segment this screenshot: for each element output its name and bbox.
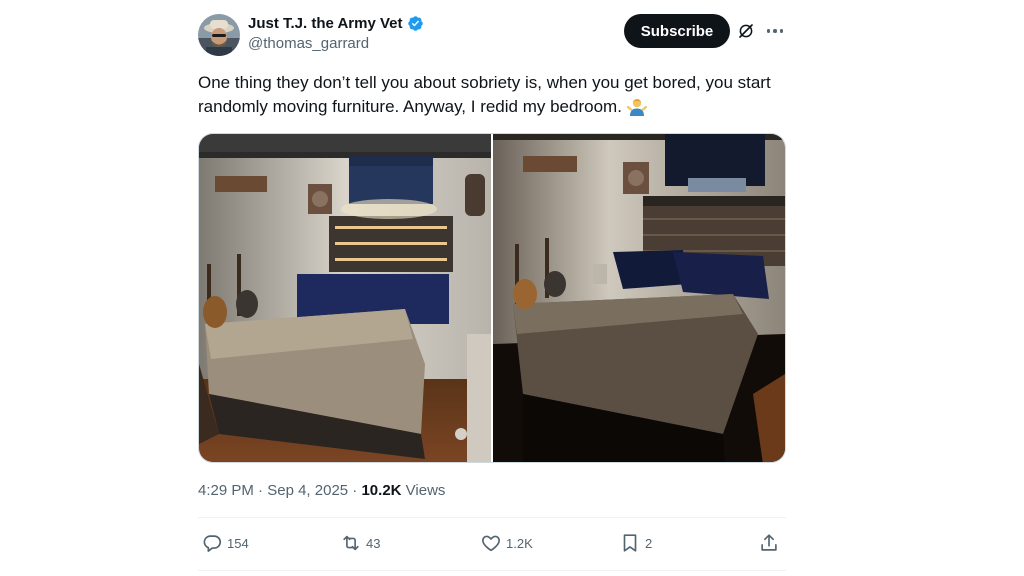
- bedroom-photo-1[interactable]: [199, 134, 491, 462]
- share-button[interactable]: [758, 532, 780, 554]
- action-bar: 154 43 1.2K 2: [198, 532, 786, 558]
- reply-button[interactable]: 154: [201, 532, 249, 554]
- tweet-date[interactable]: Sep 4, 2025: [267, 482, 348, 499]
- more-options-icon[interactable]: [764, 20, 786, 42]
- divider: [198, 570, 786, 571]
- bookmark-icon: [623, 534, 637, 552]
- like-count: 1.2K: [506, 535, 533, 551]
- subscribe-button[interactable]: Subscribe: [624, 14, 730, 48]
- divider: [198, 517, 786, 518]
- tweet-container: Just T.J. the Army Vet @thomas_garrard S…: [198, 12, 786, 571]
- avatar[interactable]: [198, 14, 240, 56]
- views-label: Views: [401, 482, 446, 499]
- tweet-meta: 4:29 PM · Sep 4, 2025 · 10.2K Views: [198, 482, 445, 499]
- tweet-body: One thing they don’t tell you about sobr…: [198, 73, 771, 116]
- tweet-header: Just T.J. the Army Vet @thomas_garrard S…: [198, 12, 786, 58]
- author-handle[interactable]: @thomas_garrard: [248, 35, 424, 52]
- author-info: Just T.J. the Army Vet @thomas_garrard: [248, 15, 424, 52]
- reply-count: 154: [227, 535, 249, 551]
- media-gallery: [198, 133, 786, 463]
- tweet-text: One thing they don’t tell you about sobr…: [198, 71, 786, 119]
- repost-icon: [343, 535, 359, 551]
- meta-separator: ·: [348, 482, 362, 499]
- bookmark-button[interactable]: 2: [619, 532, 652, 554]
- heart-icon: [482, 535, 500, 552]
- repost-count: 43: [366, 535, 381, 551]
- reply-icon: [203, 535, 222, 552]
- meta-separator: ·: [253, 482, 268, 499]
- repost-button[interactable]: 43: [340, 532, 380, 554]
- bedroom-photo-2[interactable]: [493, 134, 785, 462]
- share-icon: [761, 534, 777, 551]
- tweet-time[interactable]: 4:29 PM: [198, 482, 254, 499]
- author-display-name[interactable]: Just T.J. the Army Vet: [248, 15, 403, 32]
- grok-icon[interactable]: [737, 22, 755, 40]
- bookmark-count: 2: [645, 535, 653, 551]
- views-count: 10.2K: [361, 482, 402, 499]
- like-button[interactable]: 1.2K: [480, 532, 533, 554]
- verified-badge-icon[interactable]: [407, 15, 424, 32]
- name-row: Just T.J. the Army Vet: [248, 15, 424, 32]
- person-shrugging-emoji: [626, 98, 647, 116]
